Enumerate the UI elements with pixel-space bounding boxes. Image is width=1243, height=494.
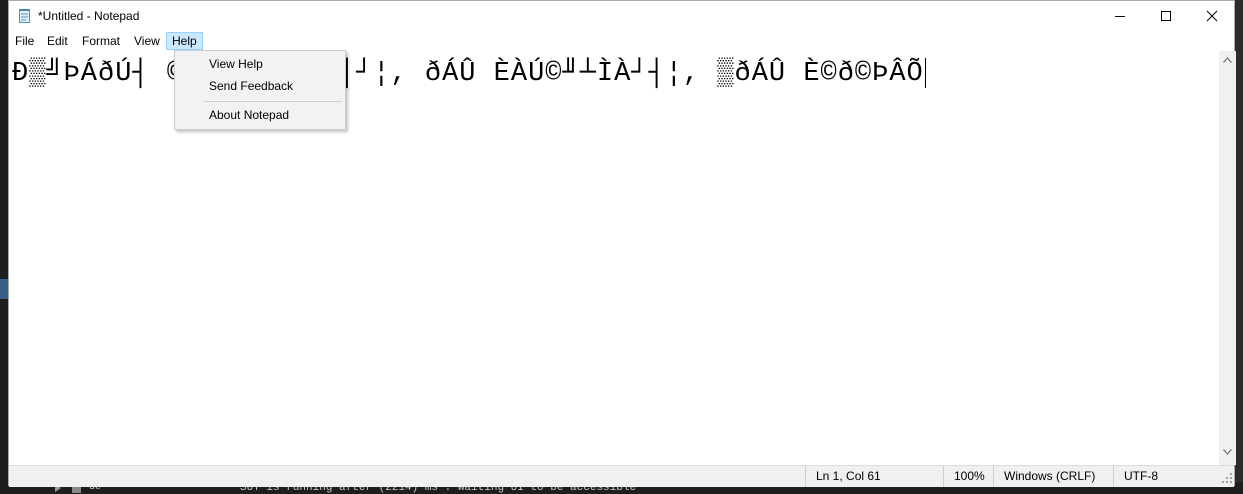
editor-text: Ð▒╝ÞÁðÚ┤ ©ð ð▓▄▄▄╡È┤┘¦, ðÁÛ ÈÀÚ©╜┴ÌÀ┘┤¦,… [12, 59, 924, 89]
background-selection-marker [0, 279, 8, 299]
vertical-scrollbar[interactable] [1219, 51, 1236, 465]
window-title: *Untitled - Notepad [38, 9, 140, 23]
encoding-status: UTF-8 [1113, 466, 1223, 487]
zoom-status: 100% [943, 466, 995, 487]
cursor-position-status: Ln 1, Col 61 [805, 466, 945, 487]
status-bar: Ln 1, Col 61 100% Windows (CRLF) UTF-8 [9, 465, 1234, 487]
scroll-up-arrow-icon[interactable] [1223, 57, 1232, 63]
menu-separator [204, 101, 342, 102]
menu-item-view-help[interactable]: View Help [176, 53, 344, 75]
editor-content[interactable]: Ð▒╝ÞÁðÚ┤ ©ð ð▓▄▄▄╡È┤┘¦, ðÁÛ ÈÀÚ©╜┴ÌÀ┘┤¦,… [12, 57, 926, 91]
menu-edit[interactable]: Edit [42, 32, 73, 50]
background-desktop-left [0, 0, 8, 494]
text-caret [924, 57, 926, 88]
minimize-button[interactable] [1097, 1, 1143, 31]
close-button[interactable] [1189, 1, 1235, 31]
notepad-window: *Untitled - Notepad File Edit Format Vie… [8, 0, 1236, 487]
menu-format[interactable]: Format [77, 32, 125, 50]
menu-view[interactable]: View [129, 32, 165, 50]
line-ending-status: Windows (CRLF) [993, 466, 1113, 487]
menu-item-send-feedback[interactable]: Send Feedback [176, 75, 344, 97]
help-menu-dropdown: View Help Send Feedback About Notepad [174, 50, 346, 130]
menu-help[interactable]: Help [166, 32, 203, 50]
menu-file[interactable]: File [10, 32, 39, 50]
resize-grip-icon[interactable] [1221, 472, 1233, 484]
menu-item-about-notepad[interactable]: About Notepad [176, 104, 344, 126]
menu-bar: File Edit Format View Help [9, 31, 1234, 51]
scroll-down-arrow-icon[interactable] [1223, 449, 1232, 455]
maximize-icon [1161, 11, 1171, 21]
minimize-icon [1115, 16, 1125, 17]
title-bar[interactable]: *Untitled - Notepad [9, 1, 1234, 31]
close-icon [1206, 10, 1218, 22]
maximize-button[interactable] [1143, 1, 1189, 31]
notepad-app-icon [19, 9, 30, 23]
